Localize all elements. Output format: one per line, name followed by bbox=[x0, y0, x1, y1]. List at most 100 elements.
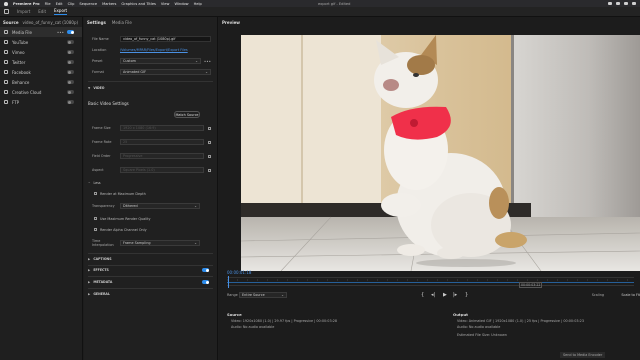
metadata-toggle[interactable] bbox=[202, 280, 209, 284]
format-label: Format bbox=[92, 70, 104, 74]
general-section[interactable]: ▶ GENERAL bbox=[88, 290, 213, 298]
max-quality-checkbox[interactable] bbox=[94, 217, 97, 220]
render-alpha-checkbox[interactable] bbox=[94, 228, 97, 231]
battery-icon[interactable] bbox=[616, 2, 620, 5]
section-label: VIDEO bbox=[93, 86, 105, 90]
destination-youtube[interactable]: YouTube bbox=[0, 37, 82, 47]
wifi-icon[interactable] bbox=[608, 2, 612, 5]
destination-vimeo[interactable]: Vimeo bbox=[0, 47, 82, 57]
range-value: Entire Source bbox=[242, 293, 265, 297]
menu-graphics[interactable]: Graphics and Titles bbox=[121, 2, 156, 6]
facebook-toggle[interactable] bbox=[67, 70, 74, 74]
format-select[interactable]: Animated GIF ⌄ bbox=[120, 69, 211, 75]
frame-rate-checkbox[interactable] bbox=[208, 140, 211, 144]
effects-toggle[interactable] bbox=[202, 268, 209, 272]
frame-rate-select[interactable]: 25 bbox=[120, 139, 204, 145]
out-point-timecode[interactable]: 00:00:03:22 bbox=[519, 282, 543, 288]
mark-out-icon[interactable]: } bbox=[465, 292, 468, 298]
scaling-label: Scaling bbox=[591, 293, 604, 297]
aspect-value: Square Pixels (1.0) bbox=[123, 168, 155, 172]
timeline-ticks bbox=[227, 279, 634, 281]
youtube-toggle[interactable] bbox=[67, 40, 74, 44]
field-order-row: Field Order Progressive bbox=[92, 152, 211, 160]
format-row: Format Animated GIF ⌄ bbox=[92, 68, 211, 76]
render-max-depth-row: Render at Maximum Depth bbox=[94, 190, 146, 197]
match-source-button[interactable]: Match Source bbox=[174, 111, 200, 118]
render-max-depth-checkbox[interactable] bbox=[94, 192, 97, 195]
destination-behance[interactable]: Behance bbox=[0, 77, 82, 87]
time-interp-label: Time Interpolation bbox=[92, 239, 114, 247]
field-order-value: Progressive bbox=[123, 154, 143, 158]
vimeo-toggle[interactable] bbox=[67, 50, 74, 54]
field-order-select[interactable]: Progressive bbox=[120, 153, 204, 159]
preview-title: Preview bbox=[222, 19, 241, 25]
mark-in-icon[interactable]: { bbox=[421, 292, 424, 298]
range-select[interactable]: Entire Source ⌄ bbox=[239, 292, 287, 298]
menu-markers[interactable]: Markers bbox=[102, 2, 116, 6]
play-icon[interactable]: ▶ bbox=[443, 292, 447, 298]
step-back-icon[interactable]: ◂| bbox=[431, 292, 435, 298]
tab-export[interactable]: Export bbox=[54, 8, 68, 15]
less-toggle[interactable]: ^ Less bbox=[88, 179, 213, 187]
destination-media-file[interactable]: Media File ••• bbox=[0, 27, 82, 37]
destination-ftp[interactable]: FTP bbox=[0, 97, 82, 107]
menu-clip[interactable]: Clip bbox=[68, 2, 75, 6]
menu-window[interactable]: Window bbox=[174, 2, 188, 6]
preset-more-icon[interactable]: ••• bbox=[204, 59, 211, 64]
scaling-select[interactable]: Scale to Fit bbox=[621, 293, 640, 297]
time-interp-select[interactable]: Frame Sampling ⌄ bbox=[120, 240, 200, 246]
control-center-icon[interactable] bbox=[632, 2, 636, 5]
tab-edit[interactable]: Edit bbox=[38, 9, 46, 14]
behance-toggle[interactable] bbox=[67, 80, 74, 84]
format-value: Animated GIF bbox=[123, 70, 147, 74]
frame-size-checkbox[interactable] bbox=[208, 126, 211, 130]
location-link[interactable]: /Volumes/MPAR/Files/Export/Export Files bbox=[120, 48, 188, 52]
work-area-bar[interactable] bbox=[227, 282, 634, 283]
destination-facebook[interactable]: Facebook bbox=[0, 67, 82, 77]
media-file-toggle[interactable] bbox=[67, 30, 74, 34]
frame-rate-label: Frame Rate bbox=[92, 140, 112, 144]
captions-section[interactable]: ▶ CAPTIONS bbox=[88, 255, 213, 263]
transparency-select[interactable]: Dithered ⌄ bbox=[120, 203, 200, 209]
destination-creative-cloud[interactable]: Creative Cloud bbox=[0, 87, 82, 97]
source-label: Source bbox=[3, 19, 19, 25]
file-name-input[interactable]: video_of_funny_cat (1080p).gif bbox=[120, 36, 211, 42]
twitter-toggle[interactable] bbox=[67, 60, 74, 64]
time-interp-row: Time Interpolation Frame Sampling ⌄ bbox=[92, 238, 211, 248]
aspect-select[interactable]: Square Pixels (1.0) bbox=[120, 167, 204, 173]
frame-size-select[interactable]: 1920 x 1080 (16:9) bbox=[120, 125, 204, 131]
more-options-icon[interactable]: ••• bbox=[57, 30, 64, 35]
step-forward-icon[interactable]: |▸ bbox=[453, 292, 457, 298]
settings-header: Settings Media File bbox=[84, 17, 217, 27]
menu-help[interactable]: Help bbox=[194, 2, 202, 6]
video-section[interactable]: ▼ VIDEO bbox=[88, 84, 213, 92]
menu-sequence[interactable]: Sequence bbox=[79, 2, 97, 6]
metadata-section[interactable]: ▶ METADATA bbox=[88, 278, 213, 286]
search-icon[interactable] bbox=[624, 2, 628, 5]
chevron-right-icon: ▶ bbox=[88, 257, 91, 261]
creative-cloud-toggle[interactable] bbox=[67, 90, 74, 94]
preset-label: Preset bbox=[92, 59, 103, 63]
menu-app-name[interactable]: Premiere Pro bbox=[13, 2, 40, 6]
home-icon[interactable] bbox=[4, 9, 9, 14]
send-to-media-encoder[interactable]: Send to Media Encoder bbox=[560, 352, 606, 358]
field-order-checkbox[interactable] bbox=[208, 154, 211, 158]
aspect-checkbox[interactable] bbox=[208, 168, 211, 172]
render-alpha-label: Render Alpha Channel Only bbox=[100, 227, 147, 232]
apple-icon[interactable] bbox=[4, 1, 8, 6]
effects-section[interactable]: ▶ EFFECTS bbox=[88, 266, 213, 274]
menu-view[interactable]: View bbox=[161, 2, 170, 6]
preset-select[interactable]: Custom ⌄ bbox=[120, 58, 201, 64]
video-preview[interactable] bbox=[241, 35, 640, 271]
menu-file[interactable]: File bbox=[45, 2, 51, 6]
twitter-icon bbox=[4, 60, 8, 64]
file-name-row: File Name video_of_funny_cat (1080p).gif bbox=[92, 35, 211, 43]
facebook-icon bbox=[4, 70, 8, 74]
tab-import[interactable]: Import bbox=[17, 9, 30, 14]
ftp-toggle[interactable] bbox=[67, 100, 74, 104]
destinations-panel: Source video_of_funny_cat (1080p) Media … bbox=[0, 17, 83, 360]
menu-edit[interactable]: Edit bbox=[56, 2, 63, 6]
destination-label: Creative Cloud bbox=[12, 89, 42, 95]
playhead-timecode[interactable]: 00:00:01:18 bbox=[227, 270, 251, 275]
destination-twitter[interactable]: Twitter bbox=[0, 57, 82, 67]
